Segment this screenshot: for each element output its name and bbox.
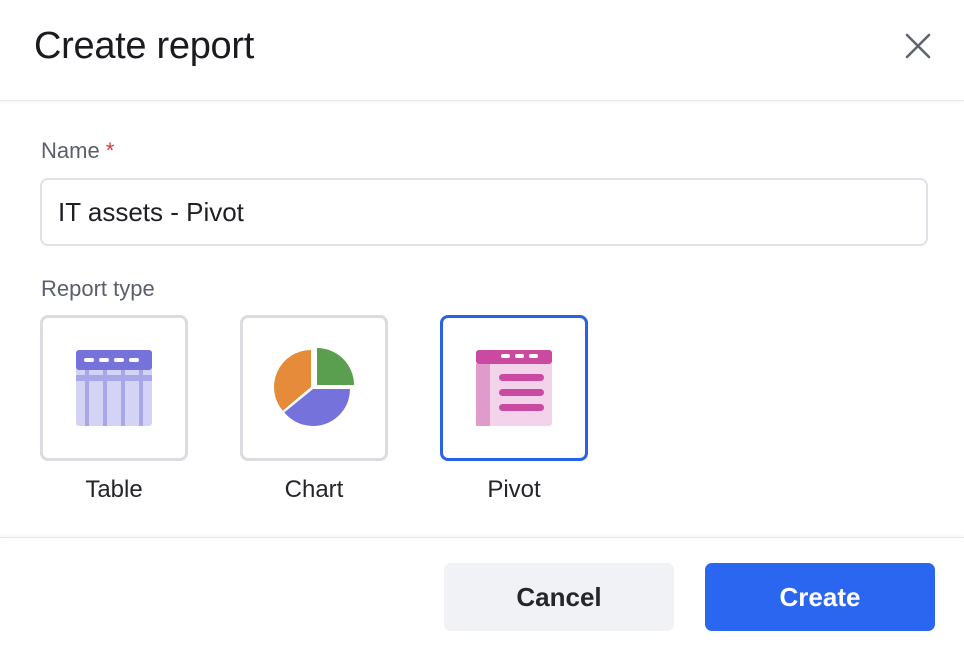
close-icon xyxy=(905,33,931,59)
report-type-label: Report type xyxy=(41,276,155,301)
required-marker: * xyxy=(105,138,115,163)
name-input[interactable] xyxy=(40,178,928,246)
close-button[interactable] xyxy=(896,24,940,68)
report-type-chart[interactable]: Chart xyxy=(240,315,388,505)
report-type-chart-label: Chart xyxy=(284,476,344,503)
dialog-title: Create report xyxy=(34,25,254,67)
dialog-header: Create report xyxy=(0,0,964,101)
name-label: Name * xyxy=(41,137,114,165)
report-type-pivot-card[interactable] xyxy=(440,315,588,461)
pie-chart-icon xyxy=(274,348,354,427)
report-type-table-label: Table xyxy=(85,476,143,503)
report-type-pivot[interactable]: Pivot xyxy=(440,315,588,505)
pivot-icon xyxy=(476,350,552,426)
report-type-table-card[interactable] xyxy=(40,315,188,461)
report-type-chart-card[interactable] xyxy=(240,315,388,461)
report-type-pivot-label: Pivot xyxy=(487,476,541,503)
report-type-table[interactable]: Table xyxy=(40,315,188,505)
create-report-dialog: Create report Name* Report type xyxy=(0,0,964,646)
table-icon xyxy=(76,350,152,426)
dialog-body: Name* Report type xyxy=(0,101,964,537)
name-label-text: Name xyxy=(41,138,100,163)
create-button[interactable]: Create xyxy=(705,563,935,631)
dialog-footer: Cancel Create xyxy=(0,537,964,646)
cancel-button[interactable]: Cancel xyxy=(444,563,674,631)
